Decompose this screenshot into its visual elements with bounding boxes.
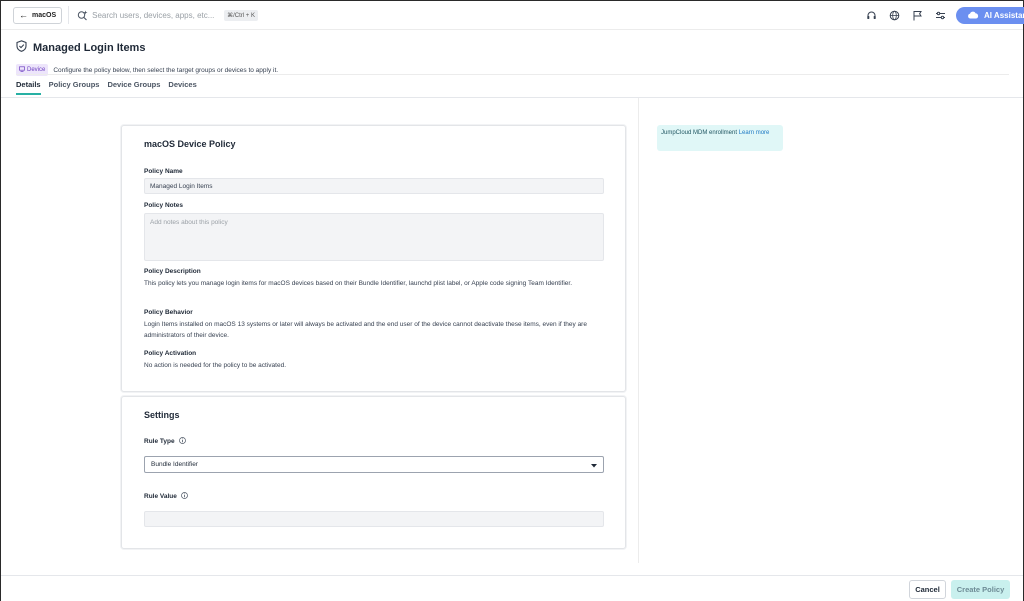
info-icon[interactable]	[181, 492, 188, 501]
rule-type-label: Rule Type	[144, 437, 186, 446]
create-policy-button[interactable]: Create Policy	[951, 580, 1010, 599]
header-divider	[16, 74, 1009, 75]
tab-policy-groups[interactable]: Policy Groups	[49, 80, 100, 95]
cloud-icon	[967, 11, 979, 21]
policy-name-label: Policy Name	[144, 168, 183, 175]
column-divider	[638, 98, 639, 563]
card-title: macOS Device Policy	[144, 139, 236, 149]
tab-device-groups[interactable]: Device Groups	[107, 80, 160, 95]
page-subtitle: Configure the policy below, then select …	[53, 66, 279, 74]
search-bar[interactable]: ⌘/Ctrl + K	[77, 9, 258, 21]
policy-notes-textarea[interactable]	[144, 213, 604, 261]
notice-text: JumpCloud MDM enrollment	[661, 130, 738, 136]
page-header: Managed Login Items Device Configure the…	[16, 39, 278, 76]
device-icon	[19, 66, 25, 74]
policy-notes-label: Policy Notes	[144, 202, 184, 209]
ai-assistant-button[interactable]: AI Assistant	[956, 7, 1024, 24]
rule-value-label: Rule Value	[144, 492, 188, 501]
flag-icon[interactable]	[910, 8, 924, 22]
policy-details-card: macOS Device Policy Policy Name Policy N…	[121, 125, 626, 392]
mdm-enrollment-notice: JumpCloud MDM enrollment Learn more	[657, 125, 783, 151]
rule-value-input[interactable]	[144, 511, 604, 527]
rule-value-label-text: Rule Value	[144, 493, 177, 500]
divider	[68, 6, 70, 24]
policy-activation-label: Policy Activation	[144, 350, 197, 357]
rule-type-value: Bundle Identifier	[151, 461, 198, 468]
rule-type-select[interactable]: Bundle Identifier	[144, 456, 604, 473]
shortcut-hint: ⌘/Ctrl + K	[224, 9, 258, 21]
footer-bar: Cancel Create Policy	[1, 575, 1023, 601]
arrow-left-icon: ←	[19, 9, 28, 20]
headset-icon[interactable]	[864, 8, 878, 22]
info-icon[interactable]	[178, 437, 186, 446]
shield-check-icon	[16, 39, 27, 57]
settings-title: Settings	[144, 410, 180, 420]
learn-more-link[interactable]: Learn more	[739, 130, 770, 136]
globe-icon[interactable]	[887, 8, 901, 22]
caret-down-icon	[591, 463, 597, 470]
device-badge-label: Device	[27, 67, 46, 73]
policy-name-input[interactable]	[144, 178, 604, 194]
top-bar: ← macOS ⌘/Ctrl + K AI Assistant	[1, 1, 1024, 30]
settings-card: Settings Rule Type Bundle Identifier Rul…	[121, 396, 626, 549]
page-title: Managed Login Items	[33, 42, 146, 54]
tab-details[interactable]: Details	[16, 80, 41, 95]
back-button[interactable]: ← macOS	[13, 6, 63, 24]
search-sparkle-icon	[77, 10, 88, 21]
policy-description-text: This policy lets you manage login items …	[144, 280, 573, 287]
top-icon-group	[864, 8, 947, 22]
tabs-divider	[1, 97, 1023, 98]
settings-sliders-icon[interactable]	[933, 8, 947, 22]
search-input[interactable]	[92, 10, 221, 20]
policy-activation-text: No action is needed for the policy to be…	[144, 362, 287, 369]
policy-behavior-text: Login Items installed on macOS 13 system…	[144, 321, 587, 339]
ai-assistant-label: AI Assistant	[984, 11, 1024, 20]
policy-description-label: Policy Description	[144, 268, 201, 275]
policy-behavior-label: Policy Behavior	[144, 309, 193, 316]
rule-type-label-text: Rule Type	[144, 438, 175, 445]
tab-devices[interactable]: Devices	[168, 80, 196, 95]
back-button-label: macOS	[32, 11, 57, 19]
cancel-button[interactable]: Cancel	[909, 580, 946, 599]
tab-bar: Details Policy Groups Device Groups Devi…	[16, 80, 197, 95]
